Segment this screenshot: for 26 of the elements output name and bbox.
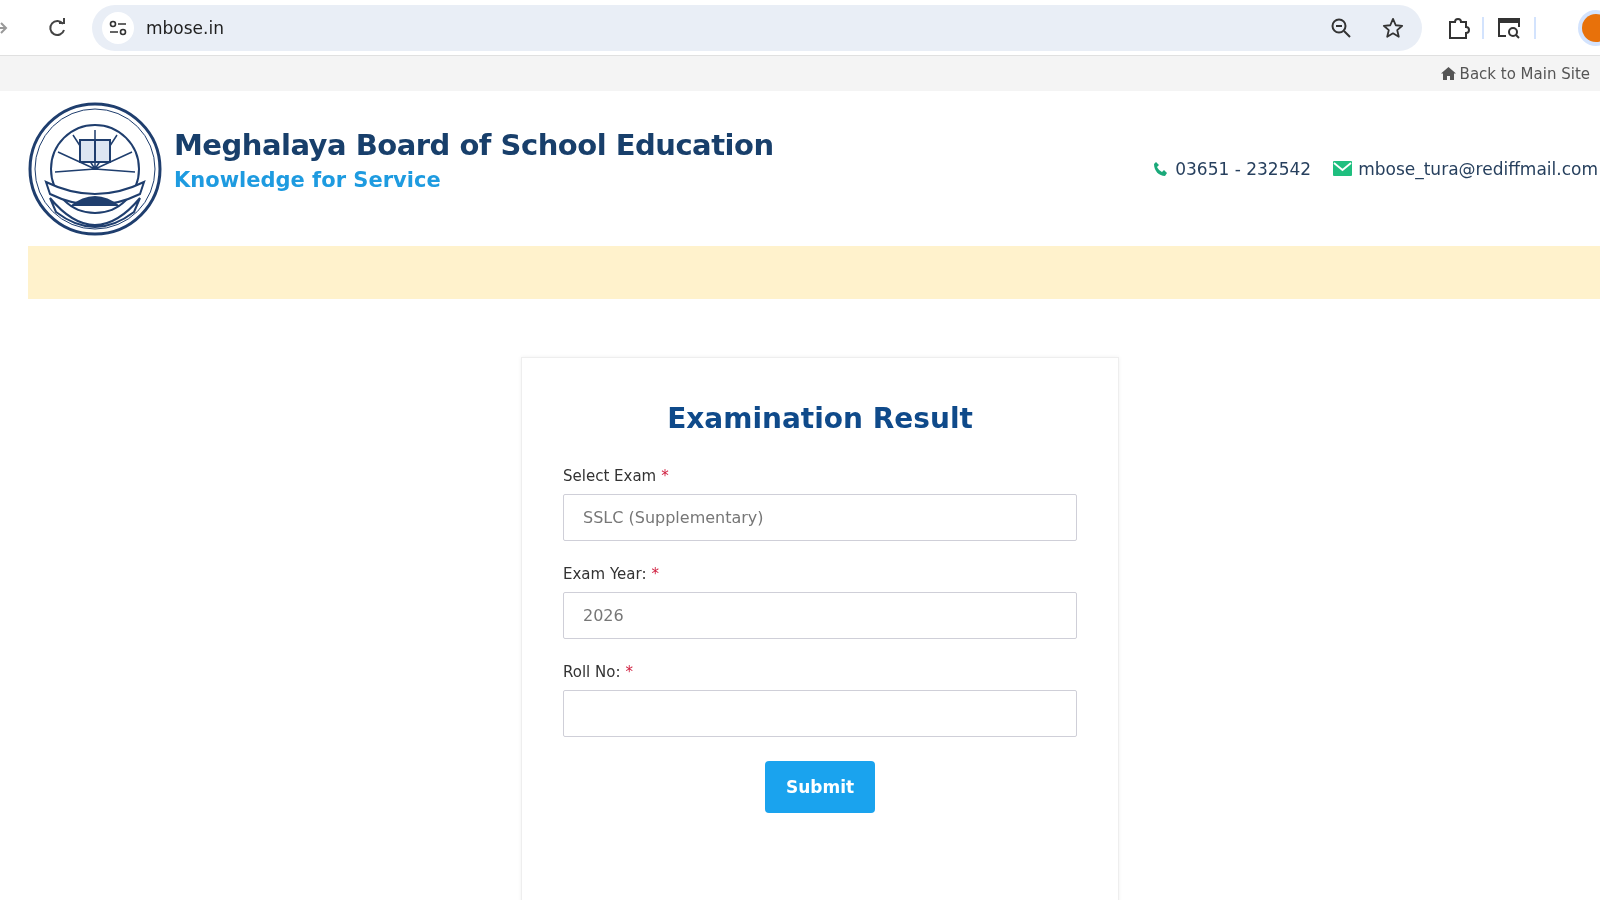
back-to-main-site-link[interactable]: Back to Main Site xyxy=(1440,64,1590,83)
form-title: Examination Result xyxy=(666,402,974,435)
required-mark: * xyxy=(625,663,633,681)
board-title: Meghalaya Board of School Education xyxy=(174,127,774,162)
home-icon xyxy=(1440,67,1456,80)
tab-search-icon[interactable] xyxy=(1496,15,1522,40)
input-field[interactable]: 2026 xyxy=(563,592,1077,639)
site-settings-icon[interactable] xyxy=(102,11,134,44)
field-label: Roll No: xyxy=(563,663,621,681)
phone-icon xyxy=(1153,160,1170,177)
input-field[interactable] xyxy=(563,690,1077,737)
puzzle-icon[interactable] xyxy=(1446,15,1470,40)
zoom-icon[interactable] xyxy=(1330,16,1352,39)
input-field[interactable]: SSLC (Supplementary) xyxy=(563,494,1077,541)
required-mark: * xyxy=(661,467,669,485)
field-label: Select Exam xyxy=(563,467,657,485)
field-label: Exam Year: xyxy=(563,565,647,583)
star-icon[interactable] xyxy=(1382,16,1404,39)
phone-number: 03651 - 232542 xyxy=(1175,158,1312,179)
forward-icon[interactable] xyxy=(0,19,8,36)
board-tagline: Knowledge for Service xyxy=(174,167,442,192)
envelope-icon xyxy=(1333,161,1353,176)
email-address: mbose_tura@rediffmail.com xyxy=(1358,158,1598,179)
submit-button[interactable]: Submit xyxy=(765,761,875,813)
reload-icon[interactable] xyxy=(46,16,68,39)
required-mark: * xyxy=(651,565,659,583)
